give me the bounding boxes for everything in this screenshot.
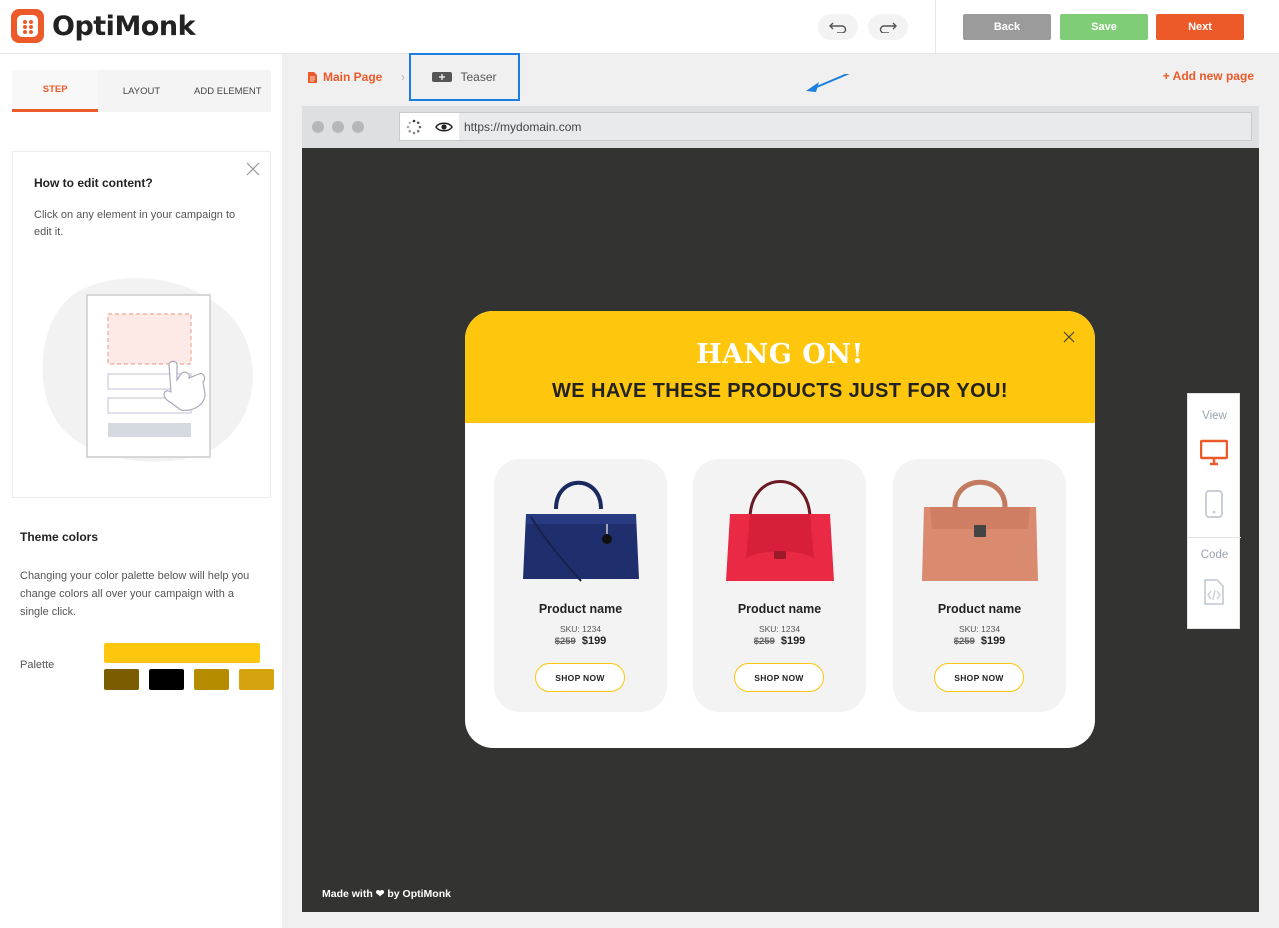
product-old-price: $259 — [554, 636, 576, 647]
close-icon[interactable] — [246, 162, 260, 176]
help-text: Click on any element in your campaign to… — [34, 209, 236, 238]
left-sidebar: STEP LAYOUT ADD ELEMENT How to edit cont… — [0, 54, 282, 928]
palette-swatch[interactable] — [194, 669, 229, 690]
product-name: Product name — [538, 602, 623, 616]
product-card[interactable]: Product name SKU: 1234 $259 $199 SHOP NOW — [893, 459, 1066, 712]
redo-icon — [879, 22, 897, 33]
undo-button[interactable] — [818, 14, 858, 40]
code-file-icon[interactable] — [1204, 579, 1224, 605]
mobile-icon[interactable] — [1205, 490, 1223, 518]
tab-layout[interactable]: LAYOUT — [98, 70, 184, 112]
window-dot — [332, 121, 344, 133]
url-text: https://mydomain.com — [464, 119, 582, 134]
product-price: $259 $199 — [693, 635, 866, 647]
product-old-price: $259 — [953, 636, 975, 647]
palette-swatch[interactable] — [104, 669, 139, 690]
browser-bar: https://mydomain.com — [302, 106, 1259, 148]
browser-preview: https://mydomain.com HANG ON! WE HAVE TH… — [302, 106, 1259, 912]
product-sku: SKU: 1234 — [758, 624, 801, 634]
product-price: $259 $199 — [893, 635, 1066, 647]
page-tab-main-label: Main Page — [323, 70, 383, 84]
page-icon — [308, 71, 317, 83]
theme-colors-text: Changing your color palette below will h… — [20, 570, 250, 618]
brand-name: OptiMonk — [52, 10, 196, 42]
close-icon[interactable] — [1063, 331, 1075, 343]
product-sku: SKU: 1234 — [559, 624, 602, 634]
palette-label: Palette — [20, 659, 55, 671]
chevron-right-icon: › — [401, 70, 405, 84]
page-tab-teaser-label: Teaser — [460, 70, 497, 84]
shop-now-button[interactable]: SHOP NOW — [734, 663, 824, 692]
loading-icon — [406, 119, 422, 134]
help-title: How to edit content? — [34, 176, 153, 190]
undo-icon — [829, 22, 847, 33]
add-new-page-link[interactable]: + Add new page — [1163, 69, 1254, 83]
product-price: $259 $199 — [494, 635, 667, 647]
save-button[interactable]: Save — [1060, 14, 1148, 40]
back-button[interactable]: Back — [963, 14, 1051, 40]
palette-swatch[interactable] — [239, 669, 274, 690]
teaser-icon — [432, 72, 453, 82]
shop-now-button[interactable]: SHOP NOW — [535, 663, 625, 692]
view-panel: View Code — [1187, 393, 1241, 629]
topbar-divider — [935, 0, 936, 54]
product-card[interactable]: Product name SKU: 1234 $259 $199 SHOP NOW — [693, 459, 866, 712]
optimonk-logo-icon — [11, 9, 44, 43]
product-sku: SKU: 1234 — [958, 624, 1001, 634]
tab-add-element[interactable]: ADD ELEMENT — [185, 70, 271, 112]
product-image — [922, 479, 1038, 581]
top-bar: OptiMonk Back Save Next — [0, 0, 1279, 54]
url-bar: https://mydomain.com — [399, 112, 1252, 141]
tab-step[interactable]: STEP — [12, 70, 99, 112]
product-image — [523, 480, 639, 582]
sidebar-tabs: STEP LAYOUT ADD ELEMENT — [12, 70, 271, 112]
help-card: How to edit content? Click on any elemen… — [12, 151, 271, 498]
popup-subtitle[interactable]: WE HAVE THESE PRODUCTS JUST FOR YOU! — [465, 380, 1095, 403]
logo[interactable]: OptiMonk — [11, 9, 196, 43]
popup-header: HANG ON! WE HAVE THESE PRODUCTS JUST FOR… — [465, 311, 1095, 423]
window-dot — [312, 121, 324, 133]
product-card[interactable]: Product name SKU: 1234 $259 $199 SHOP NOW — [494, 459, 667, 712]
view-divider — [1188, 537, 1241, 538]
next-button[interactable]: Next — [1156, 14, 1244, 40]
view-label: View — [1202, 410, 1227, 422]
theme-colors-title: Theme colors — [20, 530, 99, 544]
editor-canvas-area: Main Page › Teaser + Add new page https:… — [282, 53, 1279, 928]
product-new-price: $199 — [780, 635, 806, 647]
made-with-footer: Made with ❤ by OptiMonk — [322, 888, 451, 900]
popup[interactable]: HANG ON! WE HAVE THESE PRODUCTS JUST FOR… — [465, 311, 1095, 748]
code-label: Code — [1200, 549, 1229, 561]
page-tab-teaser[interactable]: Teaser — [409, 53, 520, 101]
product-new-price: $199 — [581, 635, 607, 647]
product-name: Product name — [737, 602, 822, 616]
redo-button[interactable] — [868, 14, 908, 40]
product-name: Product name — [937, 602, 1022, 616]
palette-swatches — [104, 669, 274, 690]
palette-swatch[interactable] — [149, 669, 184, 690]
desktop-icon[interactable] — [1200, 439, 1228, 467]
shop-now-button[interactable]: SHOP NOW — [934, 663, 1024, 692]
product-new-price: $199 — [980, 635, 1006, 647]
edit-content-illustration — [42, 278, 253, 462]
palette-main-color[interactable] — [104, 643, 260, 663]
product-old-price: $259 — [753, 636, 775, 647]
product-image — [726, 480, 834, 581]
window-dot — [352, 121, 364, 133]
eye-icon[interactable] — [434, 121, 453, 133]
page-tab-main[interactable]: Main Page — [308, 70, 382, 84]
popup-title[interactable]: HANG ON! — [465, 339, 1095, 370]
